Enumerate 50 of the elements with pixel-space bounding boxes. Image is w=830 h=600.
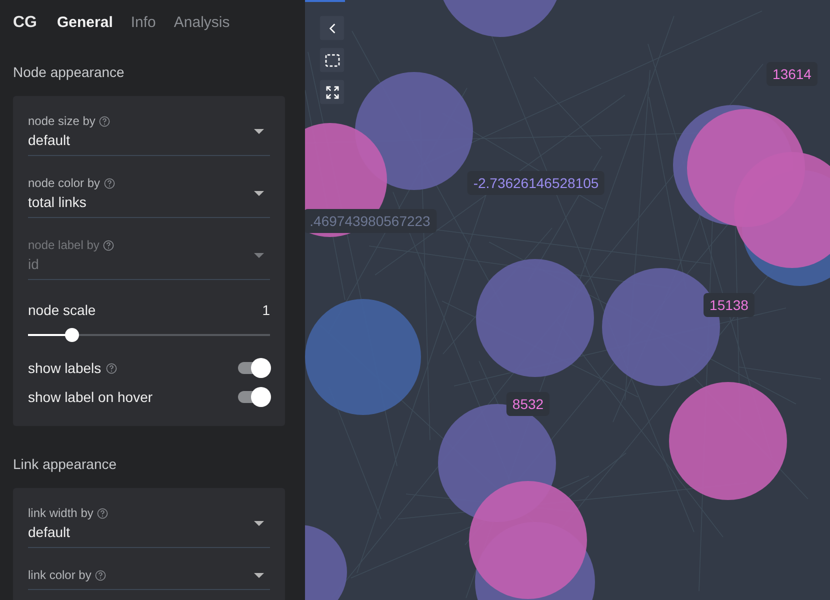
caret-icon [254, 128, 264, 134]
caret-icon [254, 252, 264, 258]
collapse-button[interactable] [320, 16, 344, 40]
node-circle[interactable] [305, 299, 421, 415]
field-value: id [28, 256, 40, 272]
node-circle[interactable] [669, 382, 787, 500]
node-label: 8532 [506, 392, 550, 416]
slider-value: 1 [262, 302, 270, 318]
select-field[interactable]: link width by default [28, 506, 270, 548]
select-area-button[interactable] [320, 48, 344, 72]
field-value: default [28, 524, 72, 540]
node-label: 15138 [704, 293, 754, 317]
node-label: 13614 [766, 62, 818, 86]
field-label: link color by [28, 568, 92, 582]
section-header[interactable]: Node appearance [0, 34, 305, 92]
node-circle[interactable] [476, 259, 594, 377]
caret-icon [254, 190, 264, 196]
section-header[interactable]: Link appearance [0, 426, 305, 484]
slider-thumb[interactable] [64, 328, 79, 342]
caret-icon [254, 520, 264, 526]
expand-icon [326, 86, 338, 98]
select-field[interactable]: node size by default [28, 114, 270, 156]
dashed-rectangle-icon [324, 54, 340, 66]
node-label: -2.73626146528105 [467, 171, 605, 195]
field-value: default [28, 132, 72, 148]
slider-track[interactable] [28, 328, 270, 342]
chevron-left-icon [328, 22, 336, 34]
node-label: .469743980567223 [305, 209, 436, 233]
field-value: total links [28, 194, 88, 210]
toggle-label: show labels [28, 360, 102, 376]
active-indicator [305, 0, 345, 2]
help-icon[interactable] [106, 362, 118, 374]
caret-icon [254, 572, 264, 578]
tab[interactable]: Analysis [174, 14, 230, 31]
field-label: node size by [28, 114, 96, 128]
field-label: node label by [28, 238, 100, 252]
help-icon[interactable] [99, 116, 110, 126]
tab[interactable]: Info [130, 14, 156, 31]
slider-label: node scale [28, 302, 96, 318]
field-label: node color by [28, 176, 100, 190]
field-label: link width by [28, 506, 94, 520]
select-field[interactable]: node color by total links [28, 176, 270, 218]
help-icon[interactable] [104, 178, 116, 188]
select-field[interactable]: link color by [28, 568, 270, 590]
tab[interactable]: General [57, 14, 113, 31]
help-icon[interactable] [97, 508, 108, 518]
logo: CG [13, 14, 37, 32]
fit-view-button[interactable] [320, 80, 344, 104]
toggle-label: show label on hover [28, 389, 153, 405]
help-icon[interactable] [95, 570, 106, 580]
